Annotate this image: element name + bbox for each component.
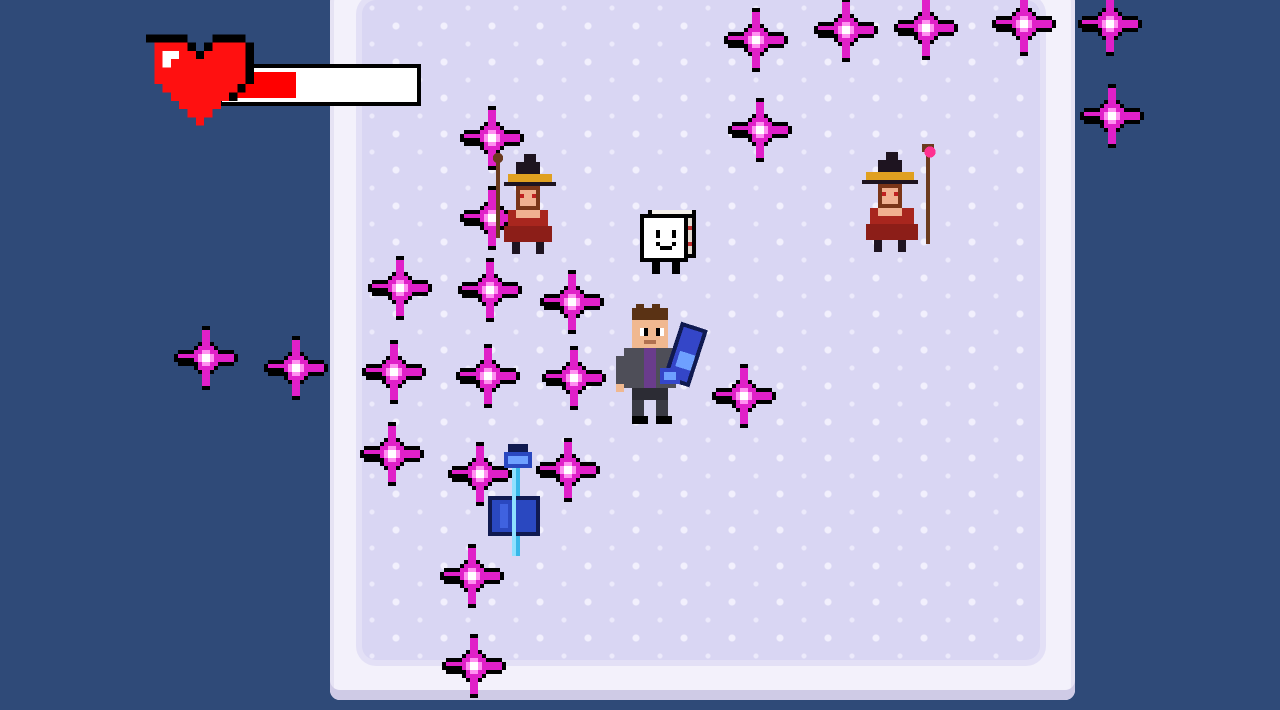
heart-icon: [146, 34, 254, 126]
sparkle-projectile: [540, 270, 604, 334]
sparkle-projectile: [174, 326, 238, 390]
sparkle-projectile: [456, 344, 520, 408]
player-character: [616, 304, 708, 424]
sparkle-projectile: [814, 0, 878, 62]
sparkle-projectile: [1080, 84, 1144, 148]
witch-enemy-left: [492, 152, 556, 254]
sparkle-projectile: [728, 98, 792, 162]
sparkle-projectile: [442, 634, 506, 698]
sparkle-projectile: [360, 422, 424, 486]
sparkle-projectile: [1078, 0, 1142, 56]
sparkle-projectile: [362, 340, 426, 404]
game-viewport[interactable]: [0, 0, 1280, 710]
witch-enemy-right: [862, 144, 936, 252]
sparkle-projectile: [992, 0, 1056, 56]
dice-creature: [640, 210, 696, 274]
sparkle-projectile: [264, 336, 328, 400]
sparkle-projectile: [894, 0, 958, 60]
sparkle-projectile: [724, 8, 788, 72]
sparkle-projectile: [458, 258, 522, 322]
sparkle-projectile: [368, 256, 432, 320]
sparkle-projectile: [542, 346, 606, 410]
blue-sword-pickup[interactable]: [484, 444, 548, 568]
